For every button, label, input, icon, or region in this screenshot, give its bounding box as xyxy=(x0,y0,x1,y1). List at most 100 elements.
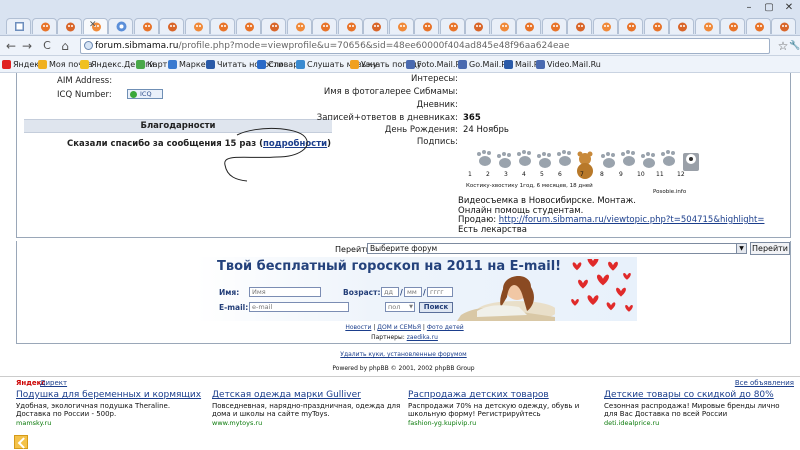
partner-link[interactable]: zaedika.ru xyxy=(407,334,438,341)
browser-tab[interactable] xyxy=(235,18,261,34)
delete-cookies-link[interactable]: Удалить куки, установленные форумом xyxy=(340,351,466,358)
signature-line-4: Есть лекарства xyxy=(458,224,527,235)
browser-tab[interactable] xyxy=(490,18,516,34)
home-family-link[interactable]: ДОМ и СЕМЬЯ xyxy=(377,324,421,331)
ad-url[interactable]: mamsky.ru xyxy=(16,419,206,427)
browser-tab[interactable] xyxy=(567,18,592,34)
scroll-up-icon[interactable] xyxy=(14,435,28,449)
browser-tab[interactable] xyxy=(516,18,541,34)
browser-tab[interactable] xyxy=(261,18,286,34)
go-button[interactable]: Перейти xyxy=(750,242,790,255)
sibmama-icon xyxy=(295,22,305,32)
paw-number: 5 xyxy=(540,171,544,178)
forum-select[interactable]: Выберите форум ▼ xyxy=(367,243,747,254)
browser-tab[interactable] xyxy=(541,18,567,34)
bookmark-icon xyxy=(206,60,215,69)
bookmark-icon xyxy=(257,60,266,69)
browser-tab[interactable] xyxy=(618,18,643,34)
ad-url[interactable]: fashion-yg.kupivip.ru xyxy=(408,419,598,427)
sibmama-icon xyxy=(576,22,585,32)
gender-select-value: пол xyxy=(388,303,401,311)
age-label: Возраст: xyxy=(343,288,381,297)
browser-tab[interactable] xyxy=(592,18,618,34)
sibmama-icon xyxy=(423,22,432,32)
browser-tab[interactable] xyxy=(694,18,720,34)
browser-tab[interactable] xyxy=(439,18,465,34)
ad-url[interactable]: www.mytoys.ru xyxy=(212,419,402,427)
bookmark-icon xyxy=(168,60,177,69)
wrench-icon[interactable]: 🔧 xyxy=(788,38,800,54)
browser-tab[interactable] xyxy=(745,18,771,34)
forward-icon[interactable]: → xyxy=(20,38,34,54)
news-link[interactable]: Новости xyxy=(345,324,371,331)
browser-tab[interactable] xyxy=(363,18,388,34)
direct-link[interactable]: Директ xyxy=(40,379,67,387)
browser-tab[interactable] xyxy=(720,18,745,34)
ad-title[interactable]: Детские товары со скидкой до 80% xyxy=(604,390,794,400)
day-input[interactable]: дд xyxy=(381,287,399,297)
home-icon[interactable]: ⌂ xyxy=(58,38,72,54)
ad-item[interactable]: Распродажа детских товаров Распродажи 70… xyxy=(408,390,598,427)
bookmark-item[interactable]: Маркет xyxy=(168,58,210,71)
ad-item[interactable]: Детские товары со скидкой до 80% Сезонна… xyxy=(604,390,794,427)
browser-tab[interactable] xyxy=(465,18,490,34)
minimize-icon[interactable]: – xyxy=(740,2,758,16)
sibmama-icon xyxy=(525,22,534,32)
browser-tab[interactable] xyxy=(669,18,694,34)
sibmama-icon xyxy=(754,22,764,32)
gender-select[interactable]: пол ▼ xyxy=(385,302,415,312)
bookmark-item[interactable]: Video.Mail.Ru xyxy=(536,58,601,71)
month-input[interactable]: мм xyxy=(404,287,422,297)
icq-badge[interactable]: ICQ xyxy=(127,89,163,99)
ad-title[interactable]: Детская одежда марки Gulliver xyxy=(212,390,402,400)
ad-title[interactable]: Подушка для беременных и кормящих xyxy=(16,390,206,400)
browser-tab[interactable] xyxy=(286,18,312,34)
browser-tab[interactable] xyxy=(414,18,439,34)
year-input[interactable]: гггг xyxy=(427,287,453,297)
signature-site: Posobie.info xyxy=(653,189,687,195)
close-window-icon[interactable]: ✕ xyxy=(780,2,798,16)
horoscope-search-button[interactable]: Поиск xyxy=(419,302,453,313)
date-sep-2: / xyxy=(423,288,426,297)
delete-cookies-line: Удалить куки, установленные форумом xyxy=(16,351,791,358)
ad-header: Яндекс Директ Все объявления xyxy=(0,376,800,388)
browser-tab[interactable] xyxy=(210,18,235,34)
horoscope-banner: Твой бесплатный гороскоп на 2011 на E-ma… xyxy=(197,257,637,321)
sibmama-icon xyxy=(321,22,330,32)
tab-strip: ✕ – ▢ ✕ xyxy=(0,0,800,36)
bookmark-item[interactable]: Foto.Mail.Ru xyxy=(406,58,466,71)
name-input[interactable]: Имя xyxy=(249,287,321,297)
signature-topic-link[interactable]: http://forum.sibmama.ru/viewtopic.php?t=… xyxy=(499,215,765,225)
browser-tab[interactable] xyxy=(184,18,210,34)
ad-item[interactable]: Подушка для беременных и кормящих Удобна… xyxy=(16,390,206,427)
paw-icon xyxy=(517,150,531,166)
heart-icon xyxy=(623,272,631,284)
back-icon[interactable]: ← xyxy=(4,38,18,54)
browser-tab[interactable] xyxy=(337,18,363,34)
email-input[interactable]: e-mail xyxy=(249,302,349,312)
browser-tab[interactable] xyxy=(643,18,669,34)
heart-icon xyxy=(572,262,582,275)
browser-tab[interactable] xyxy=(159,18,184,34)
browser-tab[interactable] xyxy=(312,18,337,34)
sibmama-icon xyxy=(168,22,177,32)
ad-title[interactable]: Распродажа детских товаров xyxy=(408,390,598,400)
browser-tab[interactable] xyxy=(133,18,159,34)
browser-tab[interactable] xyxy=(31,18,57,34)
name-label: Имя: xyxy=(219,288,240,297)
ad-desc: Удобная, экологичная подушка Theraline. … xyxy=(16,402,171,418)
browser-tab[interactable] xyxy=(108,18,133,34)
browser-tab[interactable] xyxy=(57,18,82,34)
ad-url[interactable]: deti.idealprice.ru xyxy=(604,419,794,427)
reload-icon[interactable]: C xyxy=(40,38,54,54)
browser-tab[interactable] xyxy=(6,18,31,34)
browser-tab[interactable] xyxy=(771,18,796,34)
kids-photo-link[interactable]: Фото детей xyxy=(427,324,464,331)
all-ads-link[interactable]: Все объявления xyxy=(735,379,794,387)
browser-tab[interactable] xyxy=(388,18,414,34)
maximize-icon[interactable]: ▢ xyxy=(760,2,778,16)
close-tab-icon[interactable]: ✕ xyxy=(89,20,97,30)
url-input[interactable]: forum.sibmama.ru/profile.php?mode=viewpr… xyxy=(80,38,770,54)
ad-item[interactable]: Детская одежда марки Gulliver Повседневн… xyxy=(212,390,402,427)
signature-text: Видеосъемка в Новосибирске. Монтаж. Онла… xyxy=(458,196,765,235)
